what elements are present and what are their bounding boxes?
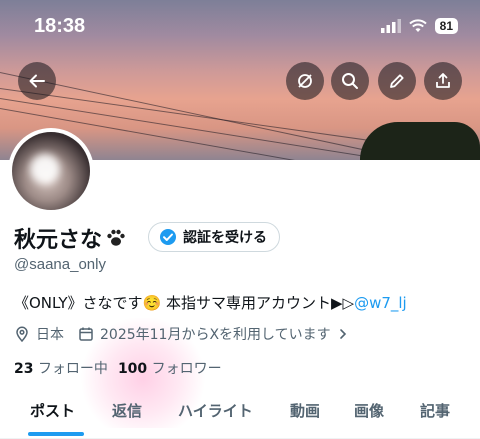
status-icons: 81 xyxy=(380,18,458,34)
following-label: フォロー中 xyxy=(37,361,108,377)
arrow-left-icon xyxy=(29,74,45,88)
display-name-text: 秋元さな xyxy=(14,228,103,253)
chevron-right-icon[interactable] xyxy=(337,328,349,340)
tab-posts[interactable]: ポスト xyxy=(30,400,75,421)
tab-highlights[interactable]: ハイライト xyxy=(178,400,253,421)
profile-meta: 日本 2025年11月からXを利用しています xyxy=(14,324,349,344)
following-link[interactable]: 23 フォロー中 xyxy=(14,358,108,378)
followers-count: 100 xyxy=(117,361,148,377)
verified-badge-icon xyxy=(160,229,176,245)
bio-text: 《ONLY》さなです☺️ 本指サマ専用アカウント▶︎▷ xyxy=(14,294,355,312)
tab-videos[interactable]: 動画 xyxy=(290,400,320,421)
search-button[interactable] xyxy=(331,62,369,100)
get-verified-label: 認証を受ける xyxy=(183,230,267,246)
grok-icon xyxy=(298,74,312,88)
location-text: 日本 xyxy=(36,327,64,343)
avatar-image xyxy=(12,132,90,210)
location-icon xyxy=(16,326,28,342)
tab-images[interactable]: 画像 xyxy=(354,400,384,421)
following-count: 23 xyxy=(14,361,34,377)
battery-icon: 81 xyxy=(434,18,458,34)
get-verified-button[interactable]: 認証を受ける xyxy=(148,222,280,252)
status-bar: 18:38 81 xyxy=(0,0,480,56)
profile-tabs: ポスト 返信 ハイライト 動画 画像 記事 xyxy=(0,392,480,439)
display-name: 秋元さな xyxy=(14,222,128,254)
active-tab-indicator xyxy=(28,432,84,436)
signal-icon xyxy=(380,19,401,33)
status-time: 18:38 xyxy=(34,15,86,37)
edit-button[interactable] xyxy=(378,62,416,100)
avatar[interactable] xyxy=(8,128,94,214)
share-icon xyxy=(436,73,450,88)
tab-replies[interactable]: 返信 xyxy=(112,400,142,421)
grok-button[interactable] xyxy=(286,62,324,100)
bio: 《ONLY》さなです☺️ 本指サマ専用アカウント▶︎▷ @w7_lj xyxy=(14,292,407,313)
tab-articles[interactable]: 記事 xyxy=(420,400,450,421)
back-button[interactable] xyxy=(18,62,56,100)
calendar-icon xyxy=(79,327,93,341)
followers-link[interactable]: 100 フォロワー xyxy=(118,358,222,378)
bio-mention-link[interactable]: @w7_lj xyxy=(354,294,407,312)
share-button[interactable] xyxy=(424,62,462,100)
pencil-icon xyxy=(390,74,404,88)
search-icon xyxy=(342,73,358,89)
user-handle: @saana_only xyxy=(14,256,106,273)
joined-date-text: 2025年11月からXを利用しています xyxy=(100,327,331,343)
follow-stats: 23 フォロー中 100 フォロワー xyxy=(14,358,222,378)
wifi-icon xyxy=(408,19,427,32)
followers-label: フォロワー xyxy=(151,361,222,377)
paw-icon xyxy=(107,229,125,246)
